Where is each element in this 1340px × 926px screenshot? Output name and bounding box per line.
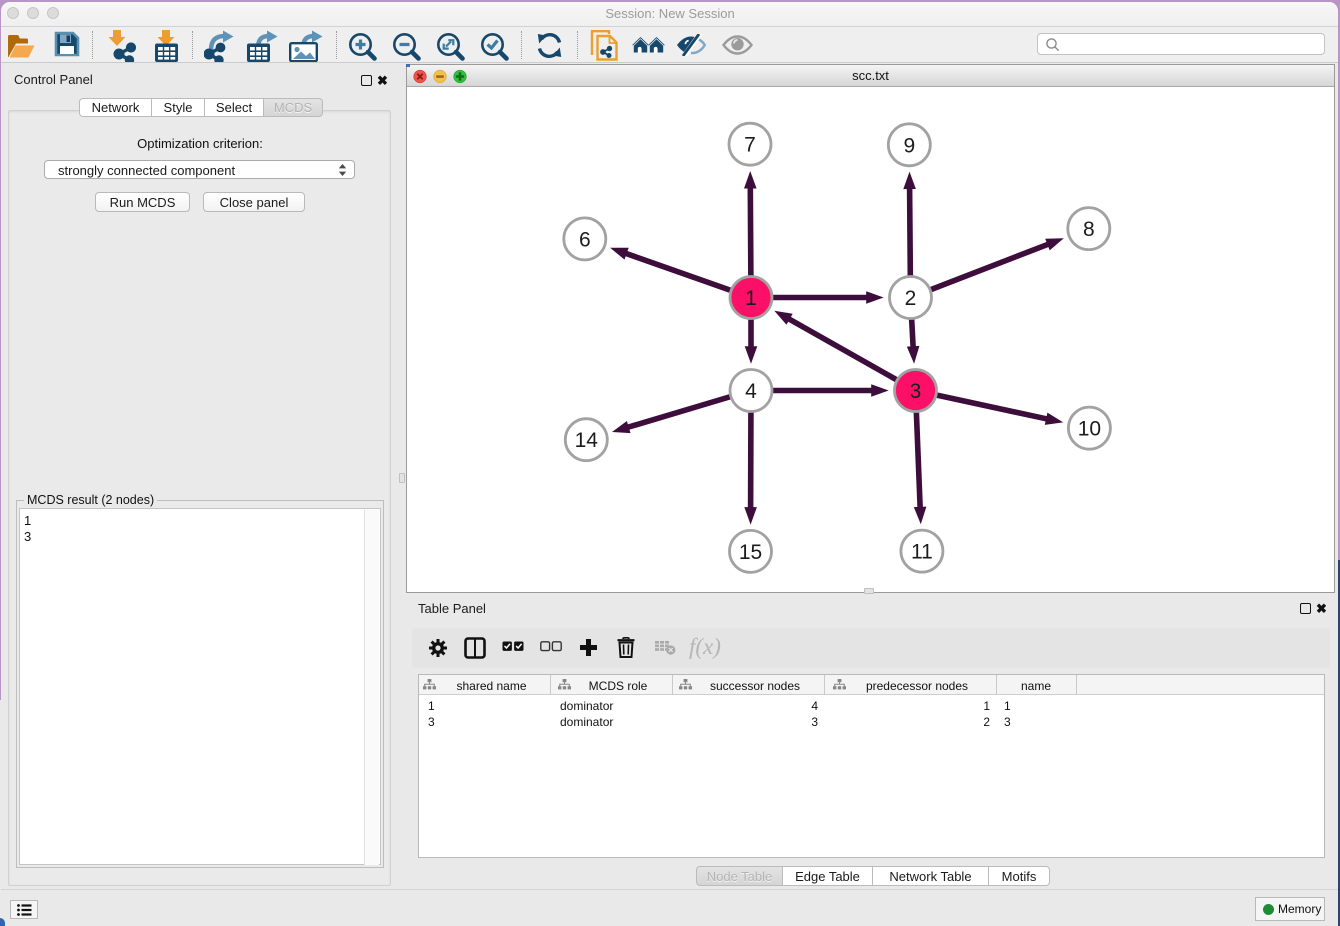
svg-text:9: 9 <box>903 134 915 157</box>
svg-text:2: 2 <box>905 287 917 310</box>
svg-text:14: 14 <box>575 429 599 452</box>
svg-text:7: 7 <box>744 134 756 157</box>
svg-text:1: 1 <box>745 287 757 310</box>
svg-text:10: 10 <box>1078 418 1101 441</box>
svg-text:11: 11 <box>911 541 933 564</box>
svg-text:3: 3 <box>910 380 922 403</box>
svg-text:8: 8 <box>1083 218 1095 241</box>
svg-text:4: 4 <box>745 380 757 403</box>
svg-text:6: 6 <box>579 228 591 251</box>
svg-text:15: 15 <box>739 541 762 564</box>
